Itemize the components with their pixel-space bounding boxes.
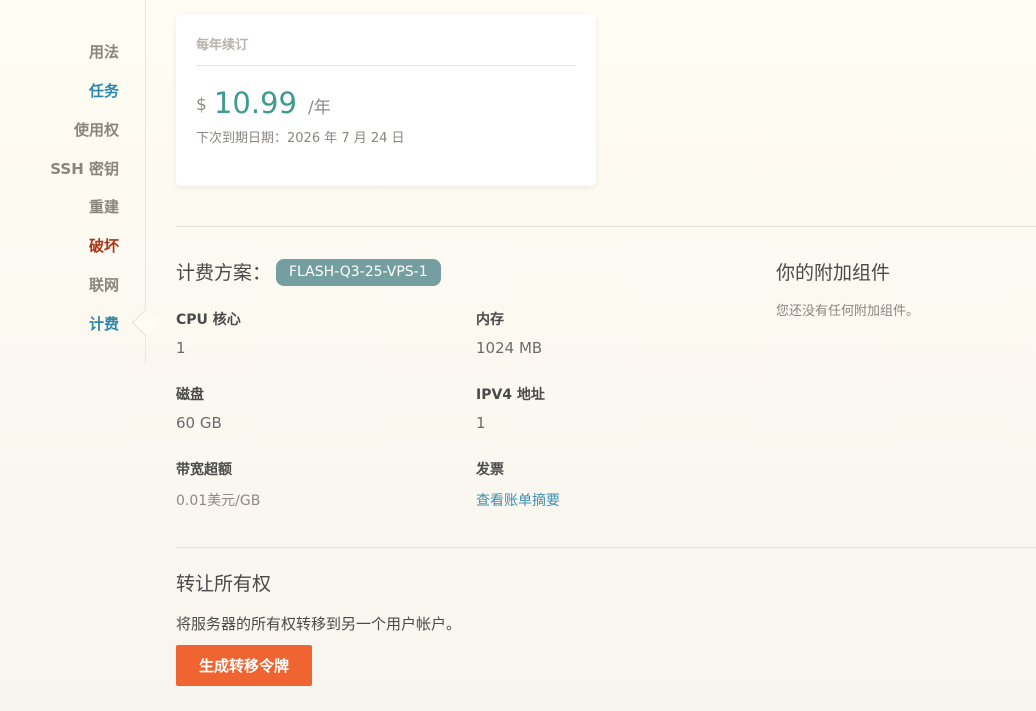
memory-label: 内存: [476, 312, 504, 328]
transfer-description: 将服务器的所有权转移到另一个用户帐户。: [176, 615, 462, 633]
price-amount: 10.99: [213, 86, 297, 120]
plan-badge: FLASH-Q3-25-VPS-1: [276, 259, 441, 286]
ipv4-label: IPV4 地址: [476, 387, 545, 403]
plan-heading: 计费方案：: [176, 262, 272, 284]
disk-value: 60 GB: [176, 414, 222, 432]
renewal-title: 每年续订: [196, 38, 249, 53]
transfer-heading: 转让所有权: [176, 573, 272, 595]
cpu-value: 1: [176, 339, 186, 357]
invoice-label: 发票: [476, 462, 504, 478]
disk-label: 磁盘: [176, 387, 204, 403]
sidebar-item-destroy[interactable]: 破坏: [89, 236, 119, 256]
price-row: $ 10.99 /年: [196, 86, 331, 120]
sidebar-item-networking[interactable]: 联网: [89, 275, 119, 295]
addons-heading: 你的附加组件: [776, 262, 891, 284]
addons-empty-text: 您还没有任何附加组件。: [776, 304, 920, 319]
sidebar-item-usage[interactable]: 用法: [89, 42, 119, 62]
card-divider: [196, 65, 576, 66]
sidebar-item-tasks[interactable]: 任务: [89, 81, 119, 101]
cpu-label: CPU 核心: [176, 312, 241, 328]
view-invoice-summary-link[interactable]: 查看账单摘要: [476, 490, 560, 510]
next-due-date: 下次到期日期：2026 年 7 月 24 日: [196, 131, 405, 146]
memory-value: 1024 MB: [476, 339, 543, 357]
price-currency: $: [196, 95, 207, 115]
price-unit: /年: [308, 98, 331, 118]
renewal-card: 每年续订 $ 10.99 /年 下次到期日期：2026 年 7 月 24 日: [176, 14, 596, 186]
section-divider: [176, 547, 1036, 548]
sidebar-item-ssh-keys[interactable]: SSH 密钥: [50, 159, 119, 179]
bandwidth-label: 带宽超额: [176, 462, 232, 478]
sidebar-item-billing[interactable]: 计费: [89, 314, 119, 334]
section-divider: [176, 226, 1036, 227]
bandwidth-value: 0.01美元/GB: [176, 493, 261, 509]
generate-transfer-token-button[interactable]: 生成转移令牌: [176, 645, 312, 686]
sidebar-item-rebuild[interactable]: 重建: [89, 197, 119, 217]
ipv4-value: 1: [476, 414, 486, 432]
sidebar-nav: 用法 任务 使用权 SSH 密钥 重建 破坏 联网 计费: [0, 0, 146, 365]
sidebar-item-access[interactable]: 使用权: [74, 120, 119, 140]
